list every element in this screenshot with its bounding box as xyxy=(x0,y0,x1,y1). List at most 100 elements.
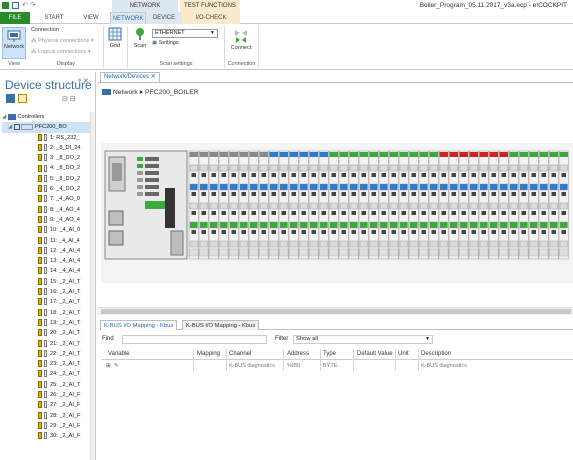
undo-icon[interactable]: ↶ xyxy=(22,2,29,9)
col-type[interactable]: Type xyxy=(323,349,336,359)
tab-view[interactable]: VIEW xyxy=(74,12,108,24)
tree-node-module[interactable]: 2: _8_DI_24 xyxy=(2,143,94,153)
tab-start[interactable]: START xyxy=(34,12,74,24)
close-icon[interactable]: ✕ xyxy=(151,74,156,80)
grid-button[interactable]: Grid xyxy=(106,27,124,49)
terminal-block xyxy=(249,221,258,229)
module-icon xyxy=(38,195,42,203)
module-color-strip xyxy=(529,152,538,157)
tree-node-module[interactable]: 13: _4_AI_4 xyxy=(2,256,94,266)
terminal-block xyxy=(319,221,328,229)
col-address[interactable]: Address xyxy=(287,349,309,359)
column-divider xyxy=(283,349,284,371)
tree-node-module[interactable]: 25: _2_AI_T xyxy=(2,380,94,390)
tree-node-module[interactable]: 29: _2_AI_F xyxy=(2,421,94,431)
tree-node-module[interactable]: 24: _2_AI_T xyxy=(2,369,94,379)
tree-node-module[interactable]: 9: _4_AO_4 xyxy=(2,215,94,225)
redo-icon[interactable]: ↷ xyxy=(30,2,37,9)
tree-node-module[interactable]: 23: _2_AI_T xyxy=(2,359,94,369)
save-icon[interactable] xyxy=(12,2,19,9)
module-status-icon xyxy=(44,226,47,234)
col-description[interactable]: Description xyxy=(421,349,451,359)
tab-file[interactable]: FILE xyxy=(0,12,30,24)
expand-icon[interactable]: ◢ xyxy=(2,114,6,120)
tree-node-module[interactable]: 5: _8_DO_2 xyxy=(2,174,94,184)
tree-node-module[interactable]: 16: _2_AI_T xyxy=(2,287,94,297)
tree-node-controllers[interactable]: ◢ Controllers xyxy=(2,112,94,122)
tree-node-module[interactable]: 17: _2_AI_T xyxy=(2,297,94,307)
table-row[interactable]: ⊞ ✎ K-BUS diagnostics %IB0 BYTE K-BUS di… xyxy=(102,361,573,371)
terminal-block xyxy=(549,164,558,172)
find-input[interactable] xyxy=(122,335,267,344)
scan-button[interactable]: Scan xyxy=(130,27,150,49)
tree-node-module[interactable]: 22: _2_AI_T xyxy=(2,349,94,359)
tree-node-module[interactable]: 8: _4_AO_4 xyxy=(2,205,94,215)
collapse-icon[interactable]: ⊟ ⊟ xyxy=(62,95,76,103)
physical-connections-button[interactable]: ⁂ Physical connections ▾ xyxy=(31,38,94,44)
terminal-block xyxy=(459,240,468,248)
close-icon[interactable]: ✕ xyxy=(83,78,89,85)
col-variable[interactable]: Variable xyxy=(108,349,130,359)
module-color-strip xyxy=(519,152,528,157)
terminal-screw xyxy=(431,192,436,196)
col-mapping[interactable]: Mapping xyxy=(197,349,220,359)
tree-node-module[interactable]: 21: _2_AI_T xyxy=(2,339,94,349)
tree-node-module[interactable]: 11: _4_AI_4 xyxy=(2,236,94,246)
logical-connections-button[interactable]: ⁂ Logical connections ▾ xyxy=(31,49,91,55)
connect-button[interactable]: Connect xyxy=(227,27,255,51)
tree-node-module[interactable]: 30: _2_AI_F xyxy=(2,431,94,441)
tree-scrollbar[interactable] xyxy=(90,112,95,460)
tree-node-module[interactable]: 26: _2_AI_F xyxy=(2,390,94,400)
module-label xyxy=(469,248,479,257)
expand-icon[interactable]: ⊞ xyxy=(106,361,111,371)
tree-node-module[interactable]: 19: _2_AI_T xyxy=(2,318,94,328)
tab-network-devices[interactable]: Network/Devices ✕ xyxy=(100,72,160,82)
col-default-value[interactable]: Default Value xyxy=(357,349,393,359)
tab-network[interactable]: NETWORK xyxy=(110,12,146,24)
tab-kbus-io-mapping-2[interactable]: K-BUS I/O Mapping - Kbus xyxy=(182,320,260,330)
terminal-block xyxy=(339,164,348,172)
filter-select[interactable]: Show all ▼ xyxy=(293,335,433,344)
terminal-screw xyxy=(331,211,336,215)
breadcrumb-device[interactable]: PFC200_BOILER xyxy=(145,89,199,96)
tab-io-check[interactable]: I/O-CHECK xyxy=(182,12,240,24)
network-button[interactable]: Network xyxy=(2,27,26,59)
catalog-view-icon[interactable] xyxy=(18,94,27,103)
structure-view-icon[interactable] xyxy=(6,94,15,103)
module-icon xyxy=(38,370,42,378)
breadcrumb-root[interactable]: Network xyxy=(113,89,138,96)
tree-node-module[interactable]: 20: _2_AI_T xyxy=(2,328,94,338)
col-unit[interactable]: Unit xyxy=(398,349,409,359)
tree-node-module[interactable]: 27: _2_AI_F xyxy=(2,400,94,410)
module-status-icon xyxy=(44,277,47,285)
tree-node-controller[interactable]: ◢ PFC200_BO xyxy=(2,122,94,133)
terminal-screw xyxy=(491,173,496,177)
tree-node-module[interactable]: 14: _4_AI_4 xyxy=(2,266,94,276)
tree-node-module[interactable]: 3: _8_DO_2 xyxy=(2,153,94,163)
device-canvas[interactable] xyxy=(101,143,573,283)
tree-node-module[interactable]: 10: _4_AI_0 xyxy=(2,225,94,235)
settings-button[interactable]: ▣ Settings xyxy=(152,40,179,46)
expand-icon[interactable]: ◢ xyxy=(8,124,12,130)
device-rack-graphic[interactable] xyxy=(101,143,573,283)
terminal-block xyxy=(379,164,388,172)
scan-protocol-select[interactable]: ETHERNET ▼ xyxy=(152,29,218,38)
tab-kbus-io-mapping[interactable]: K-BUS I/O Mapping - Kbus xyxy=(100,320,178,330)
tree-node-module[interactable]: 12: _4_AI_4 xyxy=(2,246,94,256)
tab-device[interactable]: DEVICE xyxy=(146,12,182,24)
tree-node-module[interactable]: 1: RS_232_ xyxy=(2,133,94,143)
tree-node-module[interactable]: 18: _2_AI_T xyxy=(2,308,94,318)
pin-icon[interactable]: ᵠ xyxy=(78,78,81,85)
tree-node-module[interactable]: 28: _2_AI_F xyxy=(2,411,94,421)
tree-node-module[interactable]: 15: _2_AI_T xyxy=(2,277,94,287)
tree-node-module[interactable]: 6: _4_DO_2 xyxy=(2,184,94,194)
tree-node-module[interactable]: 4: _8_DO_2 xyxy=(2,163,94,173)
col-channel[interactable]: Channel xyxy=(229,349,251,359)
terminal-block xyxy=(259,221,268,229)
horizontal-scrollbar[interactable] xyxy=(98,307,573,315)
checkbox-icon[interactable] xyxy=(21,123,34,130)
tree-node-module[interactable]: 7: _4_AO_0 xyxy=(2,194,94,204)
scrollbar-thumb[interactable] xyxy=(101,309,571,314)
terminal-block xyxy=(239,202,248,210)
terminal-screw xyxy=(401,230,406,234)
